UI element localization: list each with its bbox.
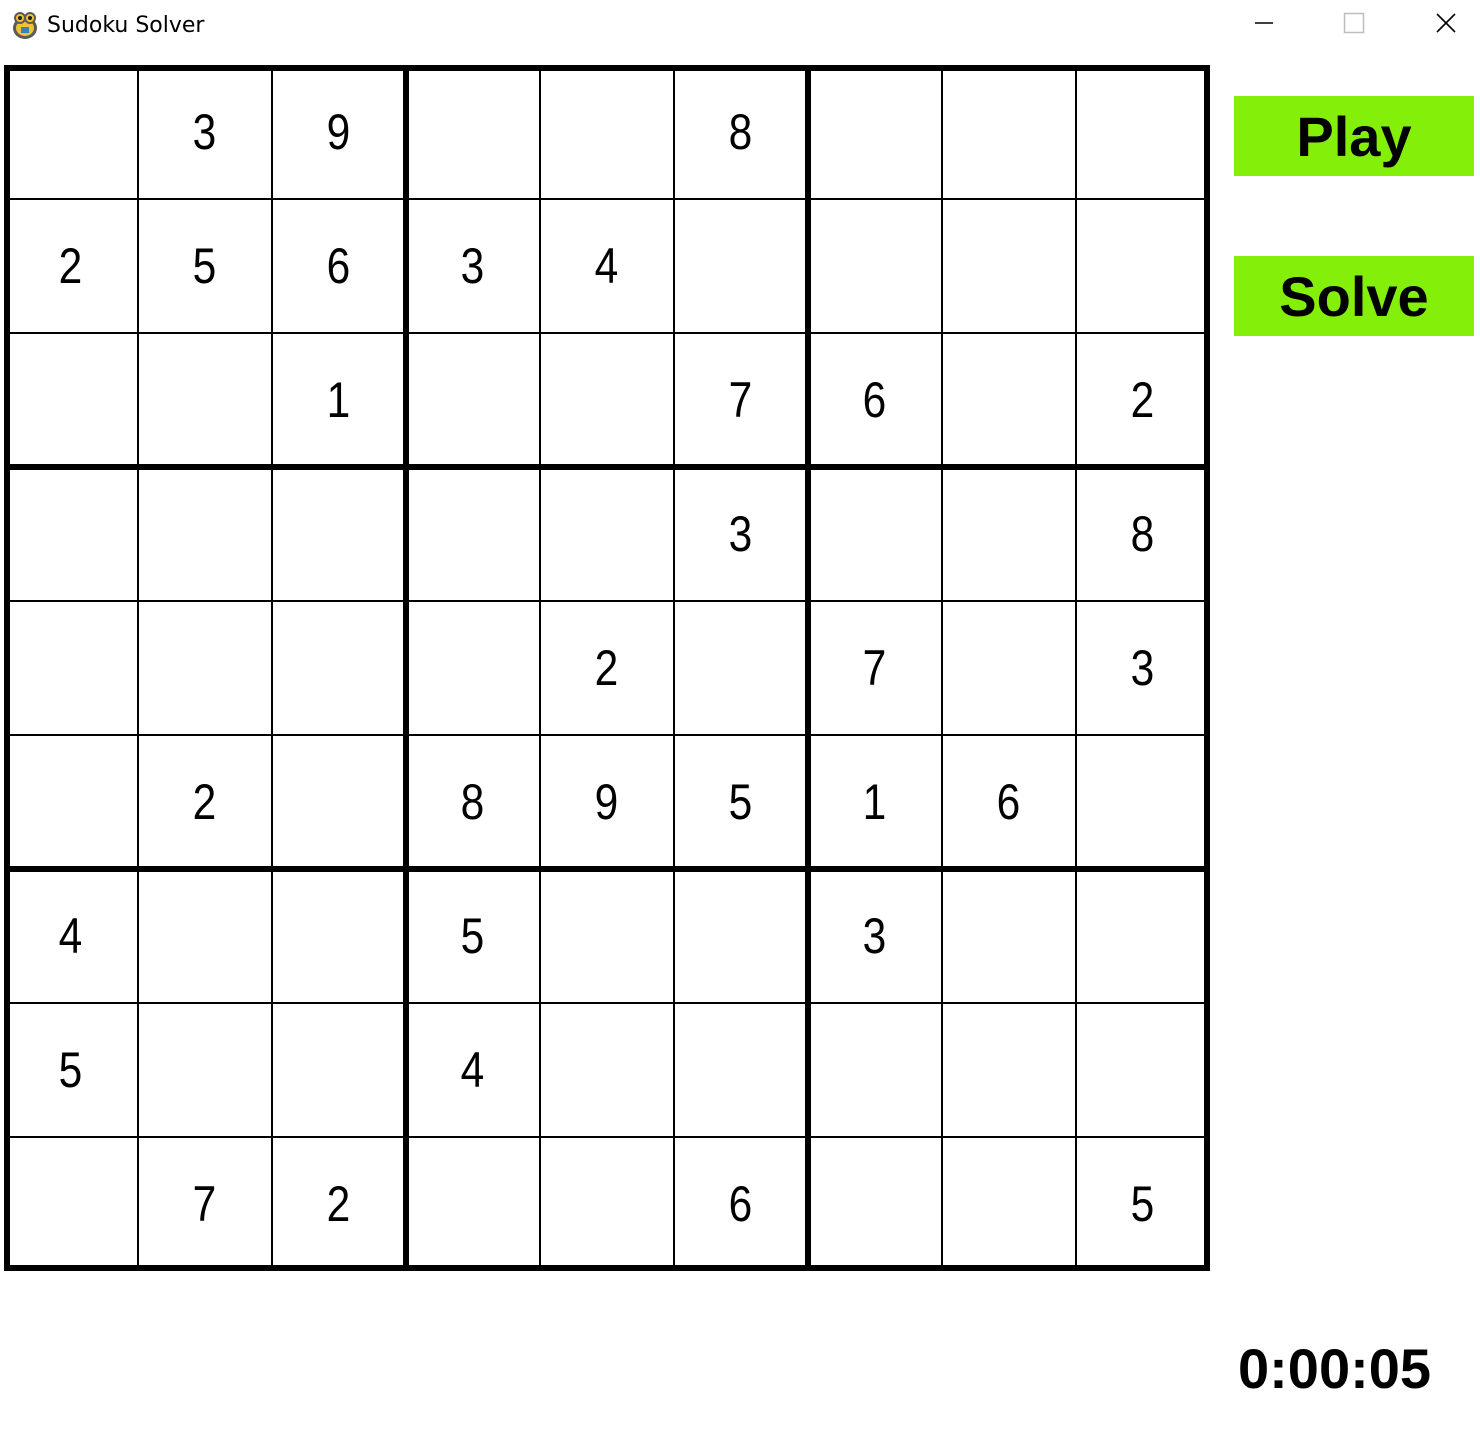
- sudoku-cell[interactable]: 5: [1086, 1137, 1199, 1270]
- sudoku-cell[interactable]: [282, 735, 395, 868]
- sudoku-cell[interactable]: [952, 869, 1065, 1002]
- sudoku-cell[interactable]: [818, 199, 931, 332]
- sudoku-cell[interactable]: [416, 467, 529, 600]
- sudoku-cell[interactable]: 3: [818, 869, 931, 1002]
- sudoku-cell[interactable]: 5: [684, 735, 797, 868]
- pygame-snake-icon: [10, 9, 40, 41]
- sudoku-cell[interactable]: [684, 1003, 797, 1136]
- minimize-icon: [1254, 13, 1274, 38]
- sudoku-cell[interactable]: [550, 869, 663, 1002]
- sudoku-cell[interactable]: 3: [1086, 601, 1199, 734]
- sudoku-cell[interactable]: 5: [14, 1003, 127, 1136]
- sudoku-cell[interactable]: [14, 735, 127, 868]
- sudoku-cell[interactable]: [818, 1003, 931, 1136]
- sudoku-cell[interactable]: 7: [148, 1137, 261, 1270]
- sudoku-cell[interactable]: [148, 601, 261, 734]
- sudoku-cell[interactable]: [1086, 199, 1199, 332]
- sudoku-cell[interactable]: 3: [684, 467, 797, 600]
- sudoku-cell[interactable]: 8: [684, 65, 797, 198]
- sudoku-cell[interactable]: 3: [416, 199, 529, 332]
- sudoku-cell[interactable]: [148, 467, 261, 600]
- sudoku-cell[interactable]: [952, 1137, 1065, 1270]
- sudoku-cell[interactable]: [684, 601, 797, 734]
- sudoku-cell[interactable]: 6: [684, 1137, 797, 1270]
- sudoku-cell[interactable]: 2: [148, 735, 261, 868]
- sudoku-cell[interactable]: [952, 1003, 1065, 1136]
- sudoku-cell[interactable]: [14, 467, 127, 600]
- sudoku-cell[interactable]: [416, 1137, 529, 1270]
- sudoku-cell[interactable]: [1086, 735, 1199, 868]
- sudoku-cell[interactable]: [148, 869, 261, 1002]
- sudoku-cell[interactable]: [14, 65, 127, 198]
- maximize-icon: [1343, 12, 1365, 39]
- sudoku-cell[interactable]: 3: [148, 65, 261, 198]
- sudoku-cell[interactable]: [282, 601, 395, 734]
- sudoku-cell[interactable]: [818, 1137, 931, 1270]
- sudoku-cell[interactable]: 1: [282, 333, 395, 466]
- sudoku-cell[interactable]: 9: [282, 65, 395, 198]
- sudoku-cell[interactable]: [1086, 1003, 1199, 1136]
- sudoku-cell[interactable]: [1086, 65, 1199, 198]
- sudoku-cell[interactable]: [952, 601, 1065, 734]
- sudoku-cell[interactable]: 6: [952, 735, 1065, 868]
- sudoku-cell[interactable]: [550, 467, 663, 600]
- sudoku-cell[interactable]: 5: [148, 199, 261, 332]
- close-button[interactable]: [1401, 0, 1480, 50]
- sudoku-cell[interactable]: [818, 467, 931, 600]
- sudoku-cell[interactable]: [550, 333, 663, 466]
- sudoku-cell[interactable]: [282, 1003, 395, 1136]
- sudoku-cell[interactable]: [952, 65, 1065, 198]
- sudoku-cell[interactable]: [416, 601, 529, 734]
- app-window: Sudoku Solver 39825634176238273289516453…: [0, 0, 1480, 1448]
- sudoku-cell[interactable]: 4: [416, 1003, 529, 1136]
- sudoku-cell[interactable]: 4: [14, 869, 127, 1002]
- sudoku-cell[interactable]: [416, 65, 529, 198]
- sudoku-cell[interactable]: 2: [14, 199, 127, 332]
- sudoku-cell[interactable]: [14, 601, 127, 734]
- sudoku-cell[interactable]: 6: [282, 199, 395, 332]
- sudoku-cell[interactable]: [952, 199, 1065, 332]
- sudoku-cell[interactable]: 1: [818, 735, 931, 868]
- sudoku-cell[interactable]: [684, 869, 797, 1002]
- sudoku-cell[interactable]: [282, 869, 395, 1002]
- sudoku-cell[interactable]: 7: [818, 601, 931, 734]
- sudoku-cell[interactable]: 9: [550, 735, 663, 868]
- sudoku-cell[interactable]: 6: [818, 333, 931, 466]
- sudoku-cell[interactable]: [818, 65, 931, 198]
- sudoku-cell[interactable]: 8: [1086, 467, 1199, 600]
- sudoku-cell[interactable]: [550, 65, 663, 198]
- title-bar: Sudoku Solver: [0, 0, 1480, 52]
- elapsed-timer: 0:00:05: [1238, 1337, 1432, 1400]
- sudoku-cell[interactable]: 4: [550, 199, 663, 332]
- sudoku-cell[interactable]: [148, 1003, 261, 1136]
- sudoku-cell[interactable]: 8: [416, 735, 529, 868]
- maximize-button[interactable]: [1309, 0, 1399, 50]
- sudoku-cell[interactable]: 2: [550, 601, 663, 734]
- sudoku-board[interactable]: 39825634176238273289516453547265: [4, 65, 1210, 1271]
- sudoku-cell[interactable]: [550, 1003, 663, 1136]
- sudoku-cell[interactable]: [550, 1137, 663, 1270]
- play-button[interactable]: Play: [1234, 96, 1474, 176]
- minimize-button[interactable]: [1219, 0, 1309, 50]
- sudoku-cells: 39825634176238273289516453547265: [4, 65, 1210, 1271]
- sudoku-cell[interactable]: [416, 333, 529, 466]
- sudoku-cell[interactable]: 2: [1086, 333, 1199, 466]
- sudoku-cell[interactable]: [148, 333, 261, 466]
- sudoku-cell[interactable]: [1086, 869, 1199, 1002]
- sudoku-cell[interactable]: [282, 467, 395, 600]
- close-icon: [1435, 12, 1457, 39]
- sudoku-cell[interactable]: 2: [282, 1137, 395, 1270]
- sudoku-cell[interactable]: [952, 333, 1065, 466]
- sudoku-cell[interactable]: 7: [684, 333, 797, 466]
- solve-button[interactable]: Solve: [1234, 256, 1474, 336]
- sudoku-cell[interactable]: 5: [416, 869, 529, 1002]
- sudoku-cell[interactable]: [14, 333, 127, 466]
- window-title: Sudoku Solver: [47, 13, 205, 38]
- sudoku-cell[interactable]: [14, 1137, 127, 1270]
- sudoku-cell[interactable]: [684, 199, 797, 332]
- sudoku-cell[interactable]: [952, 467, 1065, 600]
